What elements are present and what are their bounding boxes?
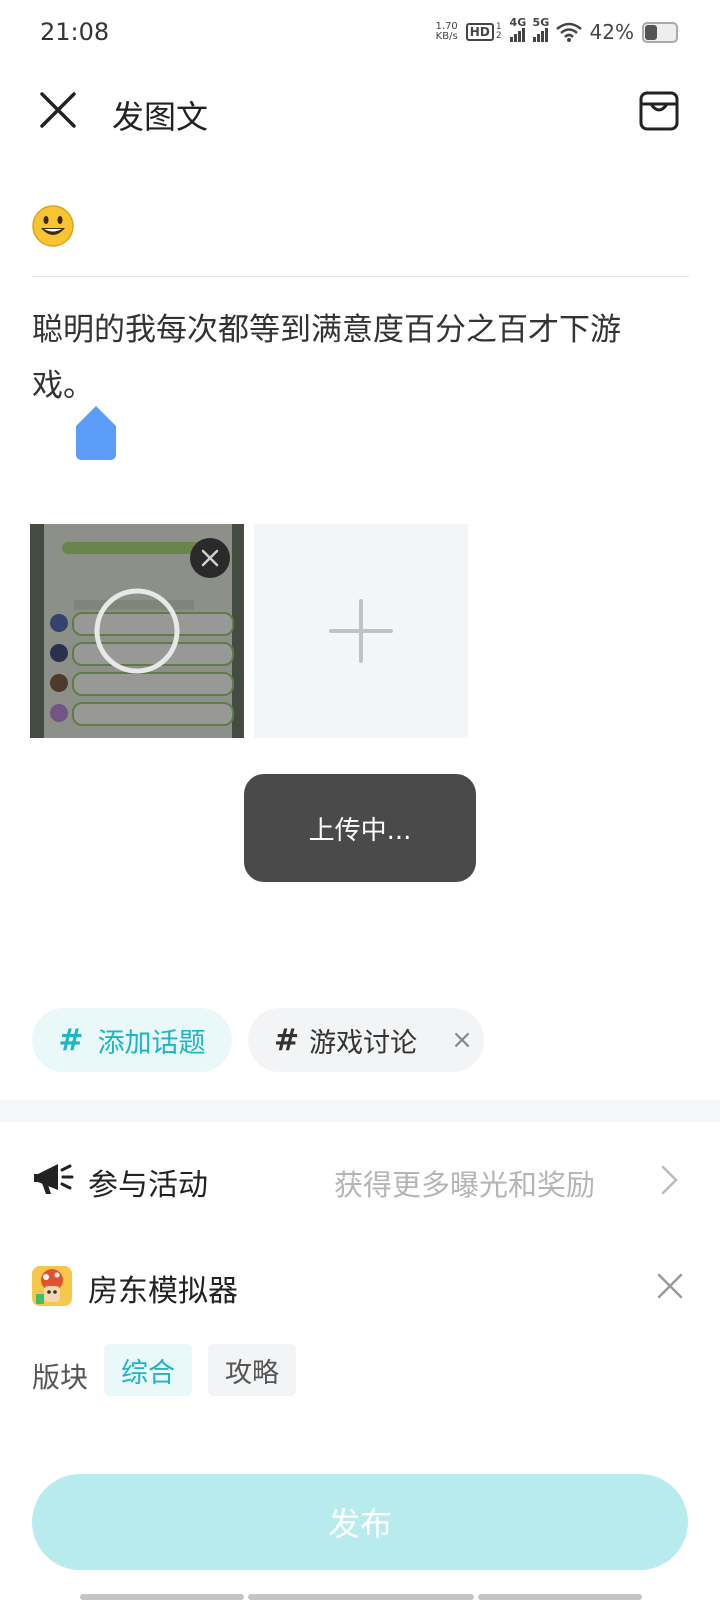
section-separator [0,1100,720,1122]
signal-5g-icon: 5G [532,16,549,42]
wifi-icon [555,22,582,42]
hd-sub: 1 2 [496,23,502,41]
text-cursor-handle[interactable] [76,406,116,460]
megaphone-icon [34,1160,74,1196]
hash-icon: # [58,1022,84,1058]
board-option-guide[interactable]: 攻略 [208,1344,296,1396]
draft-box-icon [639,91,679,131]
status-time: 21:08 [40,18,110,46]
nav-bar-left [80,1594,244,1600]
publish-label: 发布 [327,1505,392,1543]
close-icon [657,1273,683,1299]
drafts-button[interactable] [638,90,680,132]
plus-icon [329,599,393,663]
selected-topic-label: 游戏讨论 [309,1027,418,1059]
add-topic-label: 添加话题 [97,1027,206,1059]
upload-progress-ring [94,588,180,674]
board-option-general[interactable]: 综合 [104,1344,192,1396]
remove-topic-icon[interactable]: × [451,1025,473,1055]
battery-icon [642,21,678,43]
signal-4g-icon: 4G [509,16,526,42]
uploading-toast: 上传中... [244,774,476,882]
selected-topic-chip[interactable]: # 游戏讨论 × [248,1008,484,1072]
emoji-button[interactable] [32,205,74,247]
game-icon [32,1266,72,1306]
hash-icon: # [274,1022,300,1058]
game-name: 房东模拟器 [88,1274,238,1309]
smiley-icon [32,205,74,247]
hd-sub-2: 2 [495,31,502,41]
chevron-right-icon[interactable] [660,1164,680,1196]
toast-text: 上传中... [308,815,412,846]
gen-4g: 4G [509,16,527,29]
content-input[interactable]: 聪明的我每次都等到满意度百分之百才下游戏。 [32,302,682,414]
battery-percent: 42% [589,20,634,44]
close-icon [201,549,219,567]
publish-button[interactable]: 发布 [32,1474,688,1570]
remove-image-button[interactable] [190,538,230,578]
activity-label[interactable]: 参与活动 [88,1160,208,1204]
net-speed: 1.70 KB/s [436,22,458,42]
nav-bar-center [248,1594,474,1600]
divider [32,276,690,277]
board-label: 版块 [32,1361,89,1394]
hd-label: HD [469,25,490,39]
cursor-handle-icon [76,406,116,460]
gen-5g: 5G [532,16,550,29]
battery-fill [645,24,657,40]
close-icon [40,92,76,128]
status-icons: 1.70 KB/s HD 1 2 4G 5G 42% [436,16,678,44]
add-image-button[interactable] [254,524,468,738]
remove-game-button[interactable] [656,1272,684,1300]
hd-icon: HD [465,23,494,41]
activity-hint[interactable]: 获得更多曝光和奖励 [334,1162,595,1204]
page-title: 发图文 [112,98,209,136]
nav-bar-right [478,1594,642,1600]
close-button[interactable] [36,88,80,132]
add-topic-button[interactable]: # 添加话题 [32,1008,232,1072]
net-speed-unit: KB/s [435,31,458,42]
